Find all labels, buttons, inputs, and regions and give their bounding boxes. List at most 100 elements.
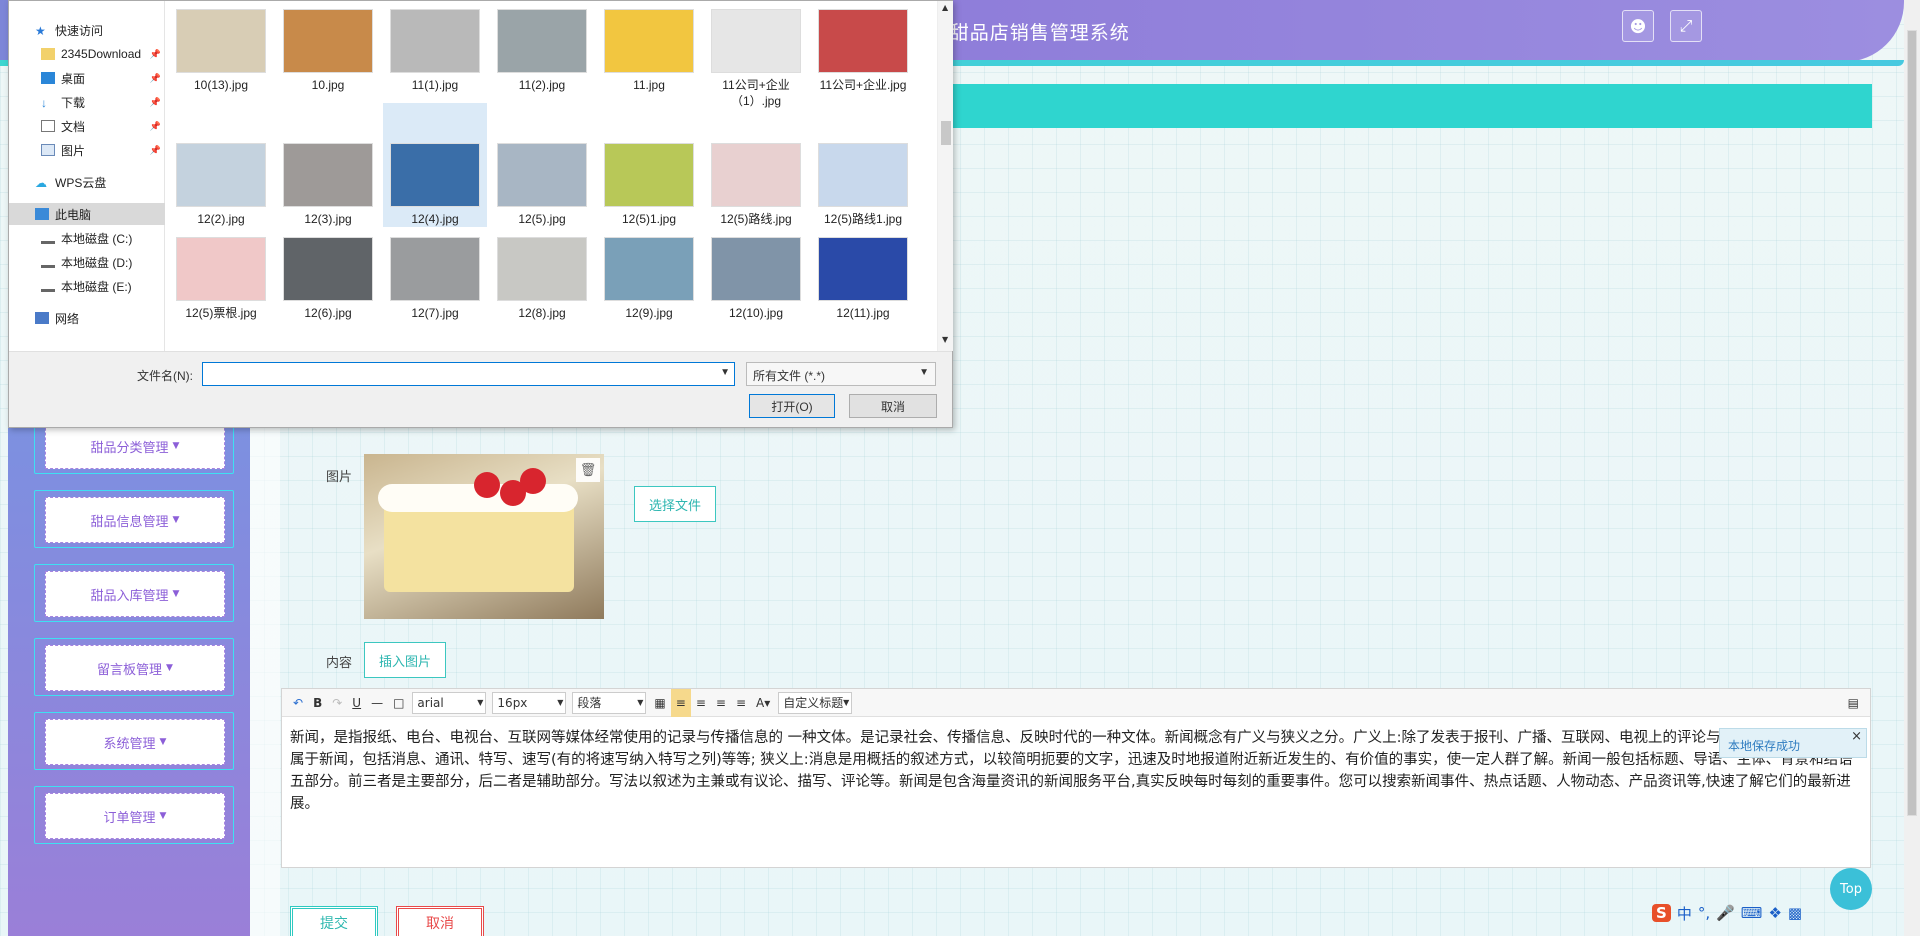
- nav-drive-d[interactable]: 本地磁盘 (D:): [9, 251, 165, 273]
- page-icon[interactable]: □: [388, 689, 409, 717]
- file-item[interactable]: 12(5).jpg: [490, 143, 594, 227]
- sogou-logo-icon[interactable]: S: [1652, 904, 1671, 922]
- align-right-icon[interactable]: ≡: [691, 689, 711, 717]
- choose-file-button[interactable]: 选择文件: [634, 486, 716, 522]
- file-name: 12(6).jpg: [304, 306, 352, 320]
- file-name: 12(11).jpg: [836, 306, 890, 320]
- nav-drive-e[interactable]: 本地磁盘 (E:): [9, 275, 165, 297]
- nav-wps-cloud[interactable]: ☁ WPS云盘: [9, 171, 165, 193]
- bold-icon[interactable]: B: [308, 689, 327, 717]
- align-justify-icon[interactable]: ≡: [731, 689, 751, 717]
- file-item[interactable]: 11.jpg: [597, 9, 701, 93]
- nav-pictures[interactable]: 图片 📌: [9, 139, 165, 161]
- nav-desktop[interactable]: 桌面 📌: [9, 67, 165, 89]
- font-color-icon[interactable]: A▾: [751, 689, 775, 717]
- sidebar-item-dessert-stock[interactable]: 甜品入库管理 ▼: [34, 564, 234, 622]
- file-item[interactable]: 11公司+企业（1）.jpg: [704, 9, 808, 109]
- font-size-value: 16px: [497, 695, 528, 710]
- custom-heading-value: 自定义标题: [783, 696, 844, 710]
- file-item[interactable]: 12(3).jpg: [276, 143, 380, 227]
- dialog-cancel-button[interactable]: 取消: [849, 394, 937, 418]
- dialog-nav-pane: ★ 快速访问 2345Download 📌 桌面 📌 ↓ 下载 📌 文档 📌 图片 📌 ☁ WP…: [9, 1, 165, 351]
- file-item[interactable]: 12(2).jpg: [169, 143, 273, 227]
- file-thumbnail: [604, 9, 694, 73]
- nav-documents[interactable]: 文档 📌: [9, 115, 165, 137]
- ime-mode[interactable]: 中: [1677, 903, 1692, 924]
- nav-quick-access[interactable]: ★ 快速访问: [9, 19, 165, 41]
- image-label: 图片: [326, 470, 353, 485]
- back-to-top-button[interactable]: Top: [1830, 868, 1872, 910]
- nav-network[interactable]: 网络: [9, 307, 165, 329]
- fullscreen-icon[interactable]: ⤢: [1670, 10, 1702, 42]
- dialog-scrollbar[interactable]: ▲ ▼: [937, 1, 953, 351]
- cancel-button[interactable]: 取消: [396, 906, 484, 936]
- toolbox-icon[interactable]: ▩: [1788, 904, 1802, 922]
- save-toast: 本地保存成功 ×: [1719, 728, 1867, 758]
- keyboard-icon[interactable]: ⌨: [1741, 904, 1763, 922]
- trash-icon[interactable]: 🗑: [576, 458, 600, 482]
- nav-drive-c[interactable]: 本地磁盘 (C:): [9, 227, 165, 249]
- horizontal-rule-icon[interactable]: —: [366, 689, 388, 717]
- file-item[interactable]: 12(7).jpg: [383, 237, 487, 321]
- punctuation-icon[interactable]: °,: [1698, 904, 1710, 922]
- close-icon[interactable]: ×: [1851, 729, 1862, 744]
- scroll-up-icon[interactable]: ▲: [942, 3, 948, 12]
- scroll-down-icon[interactable]: ▼: [942, 335, 948, 344]
- nav-label: 本地磁盘 (D:): [61, 255, 133, 270]
- file-name: 11公司+企业（1）.jpg: [722, 78, 790, 108]
- file-item[interactable]: 12(10).jpg: [704, 237, 808, 321]
- page-scrollbar[interactable]: [1904, 0, 1920, 936]
- file-item[interactable]: 12(9).jpg: [597, 237, 701, 321]
- font-family-select[interactable]: arial ▼: [412, 691, 487, 714]
- align-center-icon[interactable]: ≡: [711, 689, 731, 717]
- file-type-filter[interactable]: 所有文件 (*.*) ▼: [746, 362, 936, 386]
- picture-icon: [41, 144, 55, 156]
- file-item[interactable]: 10.jpg: [276, 9, 380, 93]
- file-item[interactable]: 12(5)路线.jpg: [704, 143, 808, 227]
- source-code-icon[interactable]: ▤: [1843, 689, 1864, 717]
- file-item[interactable]: 11(2).jpg: [490, 9, 594, 93]
- file-item[interactable]: 12(5)票根.jpg: [169, 237, 273, 321]
- file-name: 12(2).jpg: [197, 212, 245, 226]
- table-icon[interactable]: ▦: [649, 689, 670, 717]
- sidebar-item-message-board[interactable]: 留言板管理 ▼: [34, 638, 234, 696]
- undo-icon[interactable]: ↶: [288, 689, 308, 717]
- file-item[interactable]: 12(5)1.jpg: [597, 143, 701, 227]
- file-item[interactable]: 12(4).jpg: [383, 103, 487, 227]
- microphone-icon[interactable]: 🎤: [1716, 904, 1735, 922]
- file-item[interactable]: 12(11).jpg: [811, 237, 915, 321]
- file-item[interactable]: 12(5)路线1.jpg: [811, 143, 915, 227]
- underline-icon[interactable]: U: [347, 689, 366, 717]
- redo-icon[interactable]: ↷: [327, 689, 347, 717]
- file-item[interactable]: 12(8).jpg: [490, 237, 594, 321]
- nav-downloads[interactable]: ↓ 下载 📌: [9, 91, 165, 113]
- cloud-icon: ☁: [35, 176, 47, 190]
- sidebar-item-dessert-info[interactable]: 甜品信息管理 ▼: [34, 490, 234, 548]
- filename-input[interactable]: ▼: [202, 362, 735, 386]
- sidebar-item-orders[interactable]: 订单管理 ▼: [34, 786, 234, 844]
- sidebar-item-system[interactable]: 系统管理 ▼: [34, 712, 234, 770]
- file-grid: 10(13).jpg 10.jpg 11(1).jpg 11(2).jpg 11.jpg…: [169, 5, 939, 351]
- file-thumbnail: [176, 143, 266, 207]
- font-size-select[interactable]: 16px ▼: [492, 691, 567, 714]
- skin-icon[interactable]: ❖: [1768, 904, 1781, 922]
- nav-2345download[interactable]: 2345Download 📌: [9, 43, 165, 65]
- file-item[interactable]: 10(13).jpg: [169, 9, 273, 93]
- submit-button[interactable]: 提交: [290, 906, 378, 936]
- scrollbar-thumb[interactable]: [1907, 30, 1917, 816]
- align-left-icon[interactable]: ≡: [670, 688, 691, 717]
- file-item[interactable]: 11(1).jpg: [383, 9, 487, 93]
- file-thumbnail: [283, 143, 373, 207]
- chevron-down-icon[interactable]: ▼: [720, 367, 730, 378]
- insert-image-button[interactable]: 插入图片: [364, 642, 446, 678]
- caret-down-icon: ▼: [172, 589, 180, 599]
- file-item[interactable]: 12(6).jpg: [276, 237, 380, 321]
- file-item[interactable]: 11公司+企业.jpg: [811, 9, 915, 93]
- editor-content[interactable]: 新闻，是指报纸、电台、电视台、互联网等媒体经常使用的记录与传播信息的 一种文体。…: [282, 717, 1870, 825]
- paragraph-select[interactable]: 段落 ▼: [572, 691, 647, 714]
- scrollbar-thumb[interactable]: [941, 121, 951, 145]
- nav-this-pc[interactable]: 此电脑: [9, 203, 165, 225]
- custom-heading-select[interactable]: 自定义标题 ▼: [778, 691, 853, 714]
- open-button[interactable]: 打开(O): [749, 394, 835, 418]
- user-icon[interactable]: ☻: [1622, 10, 1654, 42]
